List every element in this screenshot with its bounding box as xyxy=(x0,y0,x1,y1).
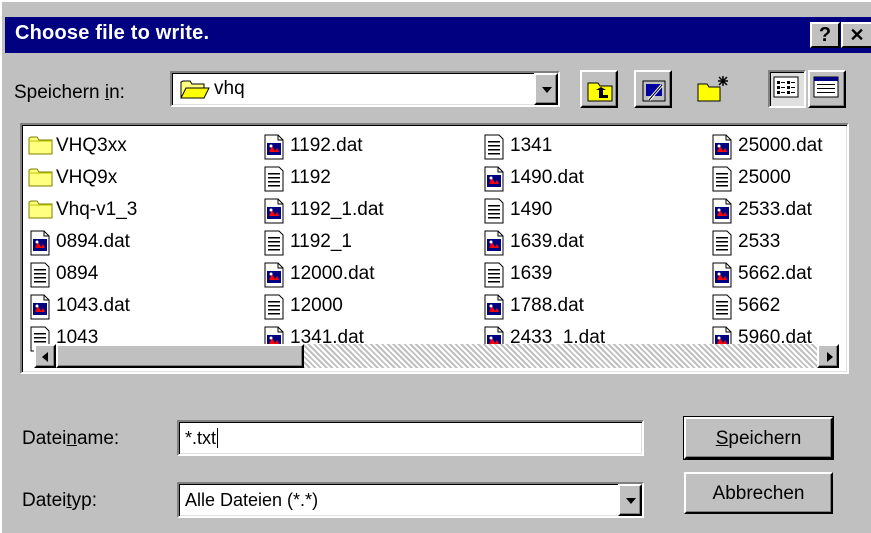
file-name: 1639.dat xyxy=(510,231,584,252)
filetype-select[interactable]: Alle Dateien (*.*) xyxy=(177,482,644,518)
text-file-icon xyxy=(482,133,506,161)
scroll-thumb[interactable] xyxy=(56,344,304,368)
file-name: 1192 xyxy=(290,167,331,188)
save-in-combo[interactable]: vhq xyxy=(170,71,560,107)
file-name: 2533.dat xyxy=(738,199,812,220)
cancel-button-label: Abbrechen xyxy=(712,483,805,504)
file-name: 12000.dat xyxy=(290,263,375,284)
up-one-level-icon xyxy=(587,82,613,102)
file-name: 1639 xyxy=(510,263,553,284)
text-file-icon xyxy=(262,165,286,193)
file-name: 1192_1.dat xyxy=(290,199,384,220)
filename-input[interactable]: *.txt xyxy=(177,420,644,456)
horizontal-scrollbar[interactable] xyxy=(34,344,839,368)
up-one-level-button[interactable] xyxy=(580,70,618,108)
file-name: 1788.dat xyxy=(510,295,584,316)
file-name: 12000 xyxy=(290,295,343,316)
file-name: 1490.dat xyxy=(510,167,584,188)
text-file-icon xyxy=(482,197,506,225)
filetype-label: Dateityp: xyxy=(22,490,97,511)
chevron-down-icon xyxy=(626,498,636,504)
data-file-icon xyxy=(482,229,506,257)
details-view-icon xyxy=(813,76,839,98)
file-name: 5662 xyxy=(738,295,781,316)
file-list[interactable]: VHQ3xx VHQ9x Vhq-v1_3 0894.dat 0894 1043.dat 1… xyxy=(20,123,849,374)
title-bar: Choose file to write. ? ✕ xyxy=(5,17,871,53)
file-name: 0894 xyxy=(56,263,99,284)
file-name: 1341 xyxy=(510,135,553,156)
desktop-button[interactable] xyxy=(634,70,672,108)
filename-label: Dateiname: xyxy=(22,428,120,449)
folder-open-icon xyxy=(180,78,210,106)
file-name: 0894.dat xyxy=(56,231,130,252)
data-file-icon xyxy=(28,229,52,257)
text-file-icon xyxy=(482,261,506,289)
list-view-icon xyxy=(773,76,799,98)
save-in-dropdown-button[interactable] xyxy=(534,73,558,105)
text-file-icon xyxy=(710,293,734,321)
details-view-button[interactable] xyxy=(808,70,846,108)
file-name: 1490 xyxy=(510,199,553,220)
filetype-dropdown-button[interactable] xyxy=(618,484,642,516)
file-dialog: Choose file to write. ? ✕ Speichern in: … xyxy=(0,0,871,533)
file-name: 1192.dat xyxy=(290,135,363,156)
filetype-value: Alle Dateien (*.*) xyxy=(185,490,319,510)
data-file-icon xyxy=(710,261,734,289)
data-file-icon xyxy=(262,197,286,225)
save-button[interactable]: Speichern xyxy=(683,416,834,460)
folder-icon xyxy=(28,165,53,193)
data-file-icon xyxy=(482,165,506,193)
data-file-icon xyxy=(710,133,734,161)
arrow-left-icon xyxy=(42,352,48,362)
arrow-right-icon xyxy=(827,352,833,362)
new-folder-icon xyxy=(697,76,728,102)
file-name: VHQ3xx xyxy=(56,135,127,156)
data-file-icon xyxy=(482,293,506,321)
file-name: 2533 xyxy=(738,231,781,252)
save-in-label: Speichern in: xyxy=(14,82,125,103)
window-title: Choose file to write. xyxy=(15,22,210,44)
file-name: 5662.dat xyxy=(738,263,812,284)
text-file-icon xyxy=(262,293,286,321)
close-button[interactable]: ✕ xyxy=(841,22,871,48)
folder-icon xyxy=(28,133,53,161)
text-file-icon xyxy=(28,261,52,289)
text-file-icon xyxy=(710,229,734,257)
text-file-icon xyxy=(262,229,286,257)
cancel-button[interactable]: Abbrechen xyxy=(684,472,833,514)
list-view-button[interactable] xyxy=(768,70,806,108)
chevron-down-icon xyxy=(542,87,552,93)
help-button[interactable]: ? xyxy=(810,22,840,48)
file-name: 1192_1 xyxy=(290,231,352,252)
file-name: 1043.dat xyxy=(56,295,130,316)
file-name: 25000.dat xyxy=(738,135,823,156)
data-file-icon xyxy=(710,197,734,225)
file-name: VHQ9x xyxy=(56,167,118,188)
filename-value: *.txt xyxy=(185,428,219,448)
folder-icon xyxy=(28,197,53,225)
file-name: Vhq-v1_3 xyxy=(56,199,138,220)
file-name: 25000 xyxy=(738,167,791,188)
scroll-right-button[interactable] xyxy=(817,344,839,368)
text-file-icon xyxy=(710,165,734,193)
save-in-value: vhq xyxy=(214,78,245,99)
data-file-icon xyxy=(262,133,286,161)
data-file-icon xyxy=(262,261,286,289)
data-file-icon xyxy=(28,293,52,321)
new-folder-button[interactable] xyxy=(692,70,730,108)
desktop-icon xyxy=(642,80,666,102)
scroll-left-button[interactable] xyxy=(34,344,56,368)
save-button-label: Speichern xyxy=(715,428,802,449)
